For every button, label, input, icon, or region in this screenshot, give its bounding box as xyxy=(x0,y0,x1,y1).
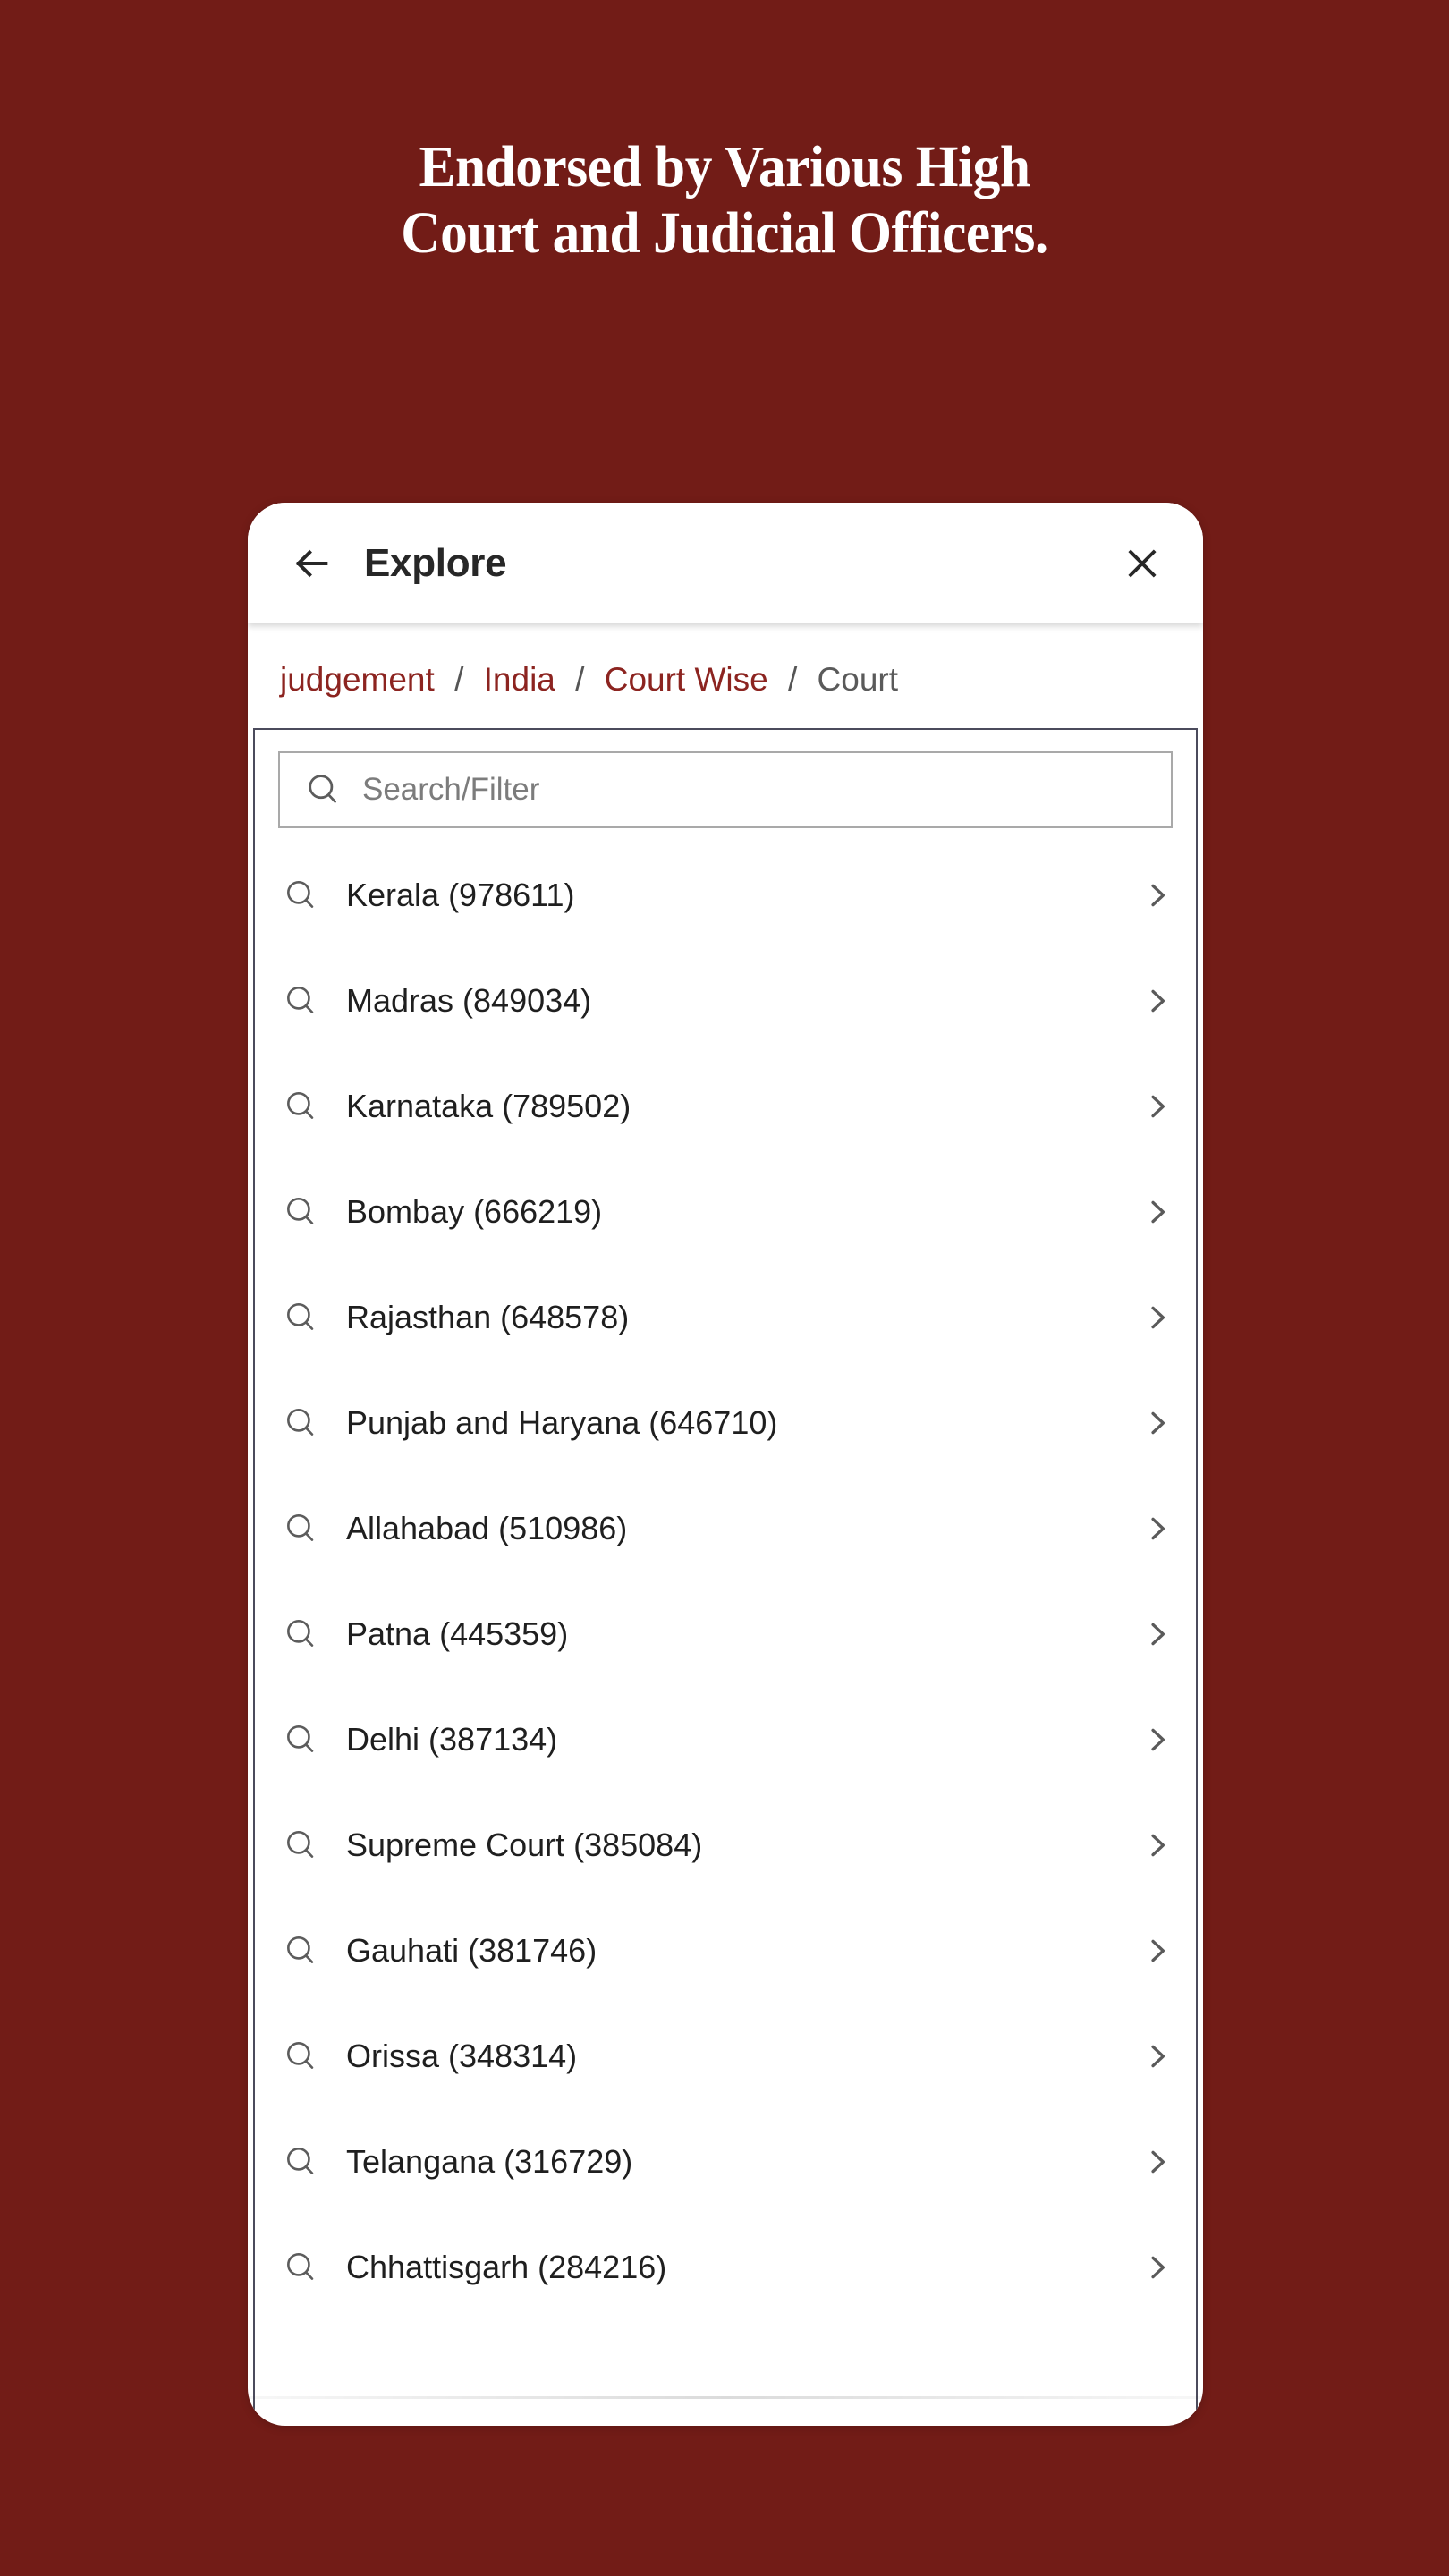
list-item[interactable]: Karnataka (789502) xyxy=(278,1054,1173,1159)
chevron-right-icon[interactable] xyxy=(1133,1830,1173,1860)
search-icon xyxy=(278,1615,323,1653)
chevron-right-icon[interactable] xyxy=(1133,986,1173,1016)
search-icon xyxy=(278,982,323,1020)
search-icon xyxy=(278,2038,323,2075)
breadcrumb-separator: / xyxy=(575,661,585,698)
search-placeholder: Search/Filter xyxy=(362,772,540,807)
search-icon xyxy=(278,1932,323,1970)
list-item-label: Allahabad (510986) xyxy=(346,1510,628,1546)
list-item-label: Supreme Court (385084) xyxy=(346,1826,703,1863)
list-item[interactable]: Allahabad (510986) xyxy=(278,1476,1173,1581)
breadcrumb-item-india[interactable]: India xyxy=(484,661,555,698)
list-item[interactable]: Patna (445359) xyxy=(278,1581,1173,1687)
list-item[interactable]: Madras (849034) xyxy=(278,948,1173,1054)
breadcrumb-item-court-wise[interactable]: Court Wise xyxy=(605,661,768,698)
list-item[interactable]: Chhattisgarh (284216) xyxy=(278,2215,1173,2320)
chevron-right-icon[interactable] xyxy=(1133,1513,1173,1544)
chevron-right-icon[interactable] xyxy=(1133,1302,1173,1333)
list-item[interactable]: Supreme Court (385084) xyxy=(278,1792,1173,1898)
search-icon xyxy=(278,1088,323,1125)
list-item[interactable]: Punjab and Haryana (646710) xyxy=(278,1370,1173,1476)
breadcrumb-separator: / xyxy=(787,661,798,698)
promo-screenshot: Endorsed by Various High Court and Judic… xyxy=(0,0,1449,2576)
back-button[interactable] xyxy=(284,535,341,592)
list-item[interactable]: Delhi (387134) xyxy=(278,1687,1173,1792)
app-bar-title: Explore xyxy=(364,540,507,585)
phone-mockup: Explore judgement / India / Court Wise /… xyxy=(248,503,1203,2426)
breadcrumb-item-judgement[interactable]: judgement xyxy=(280,661,435,698)
court-list: Kerala (978611) Madras (849034) Karnatak… xyxy=(255,843,1196,2320)
search-icon xyxy=(278,1404,323,1442)
list-item[interactable]: Rajasthan (648578) xyxy=(278,1265,1173,1370)
close-icon xyxy=(1123,544,1162,583)
explore-panel: Search/Filter Kerala (978611) Madras (84… xyxy=(253,728,1198,2413)
breadcrumb-item-court: Court xyxy=(817,661,899,698)
phone-bottom-edge xyxy=(248,2396,1203,2399)
search-icon xyxy=(278,2249,323,2286)
search-icon xyxy=(303,770,343,809)
chevron-right-icon[interactable] xyxy=(1133,1197,1173,1227)
chevron-right-icon[interactable] xyxy=(1133,2252,1173,2283)
page-title-line-2: Court and Judicial Officers. xyxy=(401,199,1048,266)
chevron-right-icon[interactable] xyxy=(1133,1936,1173,1966)
arrow-left-icon xyxy=(292,543,333,584)
chevron-right-icon[interactable] xyxy=(1133,2147,1173,2177)
list-item[interactable]: Gauhati (381746) xyxy=(278,1898,1173,2004)
search-icon xyxy=(278,2143,323,2181)
chevron-right-icon[interactable] xyxy=(1133,1408,1173,1438)
search-icon xyxy=(278,1510,323,1547)
list-item-label: Rajasthan (648578) xyxy=(346,1299,630,1335)
list-item-label: Gauhati (381746) xyxy=(346,1932,597,1969)
chevron-right-icon[interactable] xyxy=(1133,1091,1173,1122)
app-bar: Explore xyxy=(248,503,1203,623)
page-title-line-1: Endorsed by Various High xyxy=(419,134,1030,199)
breadcrumb: judgement / India / Court Wise / Court xyxy=(248,623,1203,728)
list-item-label: Telangana (316729) xyxy=(346,2143,633,2180)
list-item[interactable]: Kerala (978611) xyxy=(278,843,1173,948)
list-item-label: Madras (849034) xyxy=(346,982,592,1019)
list-item-label: Karnataka (789502) xyxy=(346,1088,631,1124)
chevron-right-icon[interactable] xyxy=(1133,2041,1173,2072)
search-icon xyxy=(278,877,323,914)
list-item[interactable]: Orissa (348314) xyxy=(278,2004,1173,2109)
list-item[interactable]: Bombay (666219) xyxy=(278,1159,1173,1265)
list-item-label: Delhi (387134) xyxy=(346,1721,558,1758)
chevron-right-icon[interactable] xyxy=(1133,1619,1173,1649)
search-icon xyxy=(278,1193,323,1231)
breadcrumb-separator: / xyxy=(454,661,464,698)
list-item-label: Patna (445359) xyxy=(346,1615,569,1652)
search-icon xyxy=(278,1826,323,1864)
page-title: Endorsed by Various High Court and Judic… xyxy=(51,134,1399,267)
search-input[interactable]: Search/Filter xyxy=(278,751,1173,828)
search-icon xyxy=(278,1299,323,1336)
chevron-right-icon[interactable] xyxy=(1133,880,1173,911)
close-button[interactable] xyxy=(1114,535,1171,592)
list-item-label: Punjab and Haryana (646710) xyxy=(346,1404,778,1441)
list-item-label: Chhattisgarh (284216) xyxy=(346,2249,667,2285)
search-icon xyxy=(278,1721,323,1758)
list-item-label: Orissa (348314) xyxy=(346,2038,578,2074)
chevron-right-icon[interactable] xyxy=(1133,1724,1173,1755)
list-item[interactable]: Telangana (316729) xyxy=(278,2109,1173,2215)
list-item-label: Kerala (978611) xyxy=(346,877,575,913)
list-item-label: Bombay (666219) xyxy=(346,1193,603,1230)
